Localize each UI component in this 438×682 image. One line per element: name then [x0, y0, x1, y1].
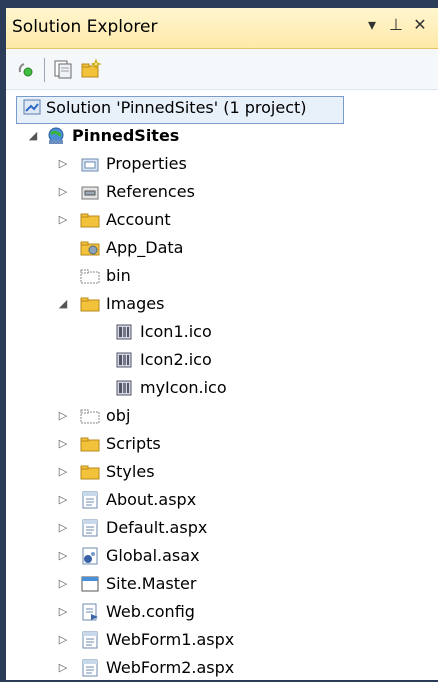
ico-file-icon	[114, 322, 134, 342]
tree-item[interactable]: Icon2.ico	[6, 346, 438, 374]
solution-explorer-window: Solution Explorer ▾ ⊥ ✕ Solution 'Pinned…	[0, 0, 438, 680]
tree-item[interactable]: ▷ Web.config	[6, 598, 438, 626]
tree-item[interactable]: ▷ Site.Master	[6, 570, 438, 598]
item-label: Properties	[106, 154, 187, 173]
solution-explorer-panel: Solution Explorer ▾ ⊥ ✕ Solution 'Pinned…	[6, 8, 438, 680]
asax-file-icon	[80, 546, 100, 566]
folder-icon	[80, 434, 100, 454]
tree-item[interactable]: ▷ Account	[6, 206, 438, 234]
panel-title: Solution Explorer	[12, 17, 158, 37]
master-file-icon	[80, 574, 100, 594]
expand-arrow-icon[interactable]: ▷	[56, 661, 70, 675]
item-label: Scripts	[106, 434, 161, 453]
config-file-icon	[80, 602, 100, 622]
expand-arrow-icon[interactable]: ▷	[56, 493, 70, 507]
item-label: WebForm1.aspx	[106, 630, 235, 649]
expand-arrow-icon[interactable]: ▷	[56, 633, 70, 647]
item-label: About.aspx	[106, 490, 197, 509]
aspx-file-icon	[80, 658, 100, 678]
tree-item[interactable]: bin	[6, 262, 438, 290]
tree-item[interactable]: ▷ obj	[6, 402, 438, 430]
window-position-dropdown[interactable]: ▾	[362, 13, 382, 37]
item-label: Site.Master	[106, 574, 197, 593]
expand-arrow-icon[interactable]: ▷	[56, 521, 70, 535]
expand-arrow-icon[interactable]: ▷	[56, 437, 70, 451]
properties-icon[interactable]	[14, 58, 36, 80]
folder-icon	[80, 210, 100, 230]
aspx-file-icon	[80, 630, 100, 650]
expand-arrow-icon[interactable]: ▷	[56, 157, 70, 171]
tree-item-project[interactable]: ◢ PinnedSites	[6, 122, 438, 150]
expand-arrow-icon[interactable]: ▷	[56, 549, 70, 563]
tree-item[interactable]: App_Data	[6, 234, 438, 262]
item-label: Default.aspx	[106, 518, 208, 537]
folder-icon	[80, 462, 100, 482]
item-label: Global.asax	[106, 546, 200, 565]
aspx-file-icon	[80, 490, 100, 510]
folder-open-icon	[80, 294, 100, 314]
collapse-arrow-icon[interactable]: ◢	[56, 297, 70, 311]
app-data-folder-icon	[80, 238, 100, 258]
ico-file-icon	[114, 378, 134, 398]
aspx-file-icon	[80, 518, 100, 538]
item-label: Images	[106, 294, 165, 313]
tree-item[interactable]: ▷ Properties	[6, 150, 438, 178]
solution-label: Solution 'PinnedSites' (1 project)	[46, 98, 307, 117]
expand-arrow-icon[interactable]: ▷	[56, 409, 70, 423]
item-label: obj	[106, 406, 131, 425]
web-project-icon	[46, 126, 66, 146]
references-icon	[80, 182, 100, 202]
tree-item[interactable]: ▷ Global.asax	[6, 542, 438, 570]
item-label: References	[106, 182, 195, 201]
solution-icon	[22, 98, 42, 118]
ico-file-icon	[114, 350, 134, 370]
tree-item[interactable]: ▷ Default.aspx	[6, 514, 438, 542]
tree-item[interactable]: ▷ WebForm1.aspx	[6, 626, 438, 654]
expand-arrow-icon[interactable]: ▷	[56, 465, 70, 479]
properties-folder-icon	[80, 154, 100, 174]
tree-item[interactable]: Icon1.ico	[6, 318, 438, 346]
tree-item[interactable]: ▷ WebForm2.aspx	[6, 654, 438, 682]
item-label: bin	[106, 266, 131, 285]
tree-item[interactable]: ▷ Scripts	[6, 430, 438, 458]
item-label: Web.config	[106, 602, 195, 621]
title-bar: Solution Explorer ▾ ⊥ ✕	[6, 8, 438, 49]
refresh-icon[interactable]	[80, 58, 102, 80]
item-label: App_Data	[106, 238, 184, 257]
tree-item[interactable]: ▷ References	[6, 178, 438, 206]
item-label: Account	[106, 210, 171, 229]
expand-arrow-icon[interactable]: ▷	[56, 577, 70, 591]
item-label: WebForm2.aspx	[106, 658, 235, 677]
tree-item-solution[interactable]: Solution 'PinnedSites' (1 project)	[6, 90, 438, 124]
item-label: Styles	[106, 462, 155, 481]
project-label: PinnedSites	[72, 126, 180, 145]
tree-item[interactable]: ▷ About.aspx	[6, 486, 438, 514]
hidden-folder-icon	[80, 406, 100, 426]
show-all-files-icon[interactable]	[52, 58, 74, 80]
collapse-arrow-icon[interactable]: ◢	[26, 129, 40, 143]
tree-item[interactable]: myIcon.ico	[6, 374, 438, 402]
tree-item[interactable]: ◢ Images	[6, 290, 438, 318]
item-label: Icon2.ico	[140, 350, 212, 369]
toolbar-separator	[44, 58, 45, 82]
tree-item[interactable]: ▷ Styles	[6, 458, 438, 486]
close-icon[interactable]: ✕	[410, 13, 430, 37]
item-label: Icon1.ico	[140, 322, 212, 341]
hidden-folder-icon	[80, 266, 100, 286]
item-label: myIcon.ico	[140, 378, 227, 397]
expand-arrow-icon[interactable]: ▷	[56, 605, 70, 619]
toolbar	[6, 49, 438, 90]
pin-icon[interactable]: ⊥	[386, 13, 406, 37]
expand-arrow-icon[interactable]: ▷	[56, 213, 70, 227]
expand-arrow-icon[interactable]: ▷	[56, 185, 70, 199]
